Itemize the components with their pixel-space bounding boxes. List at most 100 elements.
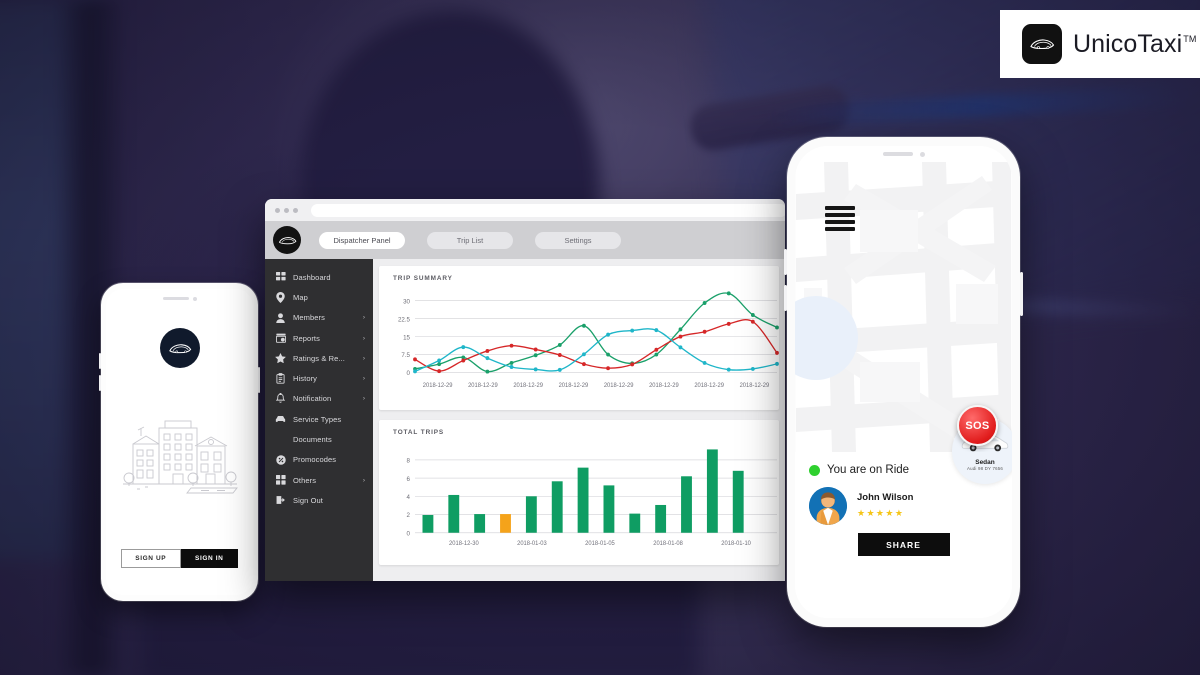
y-axis-tick-label: 8: [407, 458, 411, 465]
data-point: [750, 319, 755, 324]
total-trips-chart: 0 2 4 6 8 2018-12-30 2018-01-03 2018-01-05 2018-…: [379, 437, 779, 565]
x-axis-tick-label: 2018-12-30: [449, 541, 479, 547]
line-series-series-green: [414, 292, 778, 373]
sidebar-item-documents[interactable]: Documents: [265, 429, 373, 449]
address-bar-input[interactable]: [311, 203, 785, 217]
sidebar-item-promocodes[interactable]: Promocodes: [265, 450, 373, 470]
data-point: [557, 353, 562, 358]
sign-up-button[interactable]: SIGN UP: [121, 549, 181, 568]
sidebar-item-sign-out[interactable]: Sign Out: [265, 490, 373, 510]
share-button[interactable]: SHARE: [857, 533, 950, 556]
tab-settings[interactable]: Settings: [535, 231, 621, 249]
y-axis-tick-label: 6: [407, 476, 411, 483]
bar: [422, 514, 434, 533]
sidebar-item-dashboard[interactable]: Dashboard: [265, 267, 373, 287]
phone-volume-button: [784, 285, 787, 311]
chevron-right-icon: ›: [362, 375, 365, 383]
data-point: [582, 323, 586, 328]
data-point: [533, 367, 538, 372]
sign-in-button[interactable]: SIGN IN: [180, 549, 238, 568]
total-trips-card: TOTAL TRIPS 0 2 4 6 8 2018-12-30 2018-01-03 201…: [379, 420, 779, 565]
chevron-right-icon: ›: [362, 354, 365, 362]
sidebar-item-label: Reports: [293, 333, 320, 343]
tab-trip-list[interactable]: Trip List: [427, 231, 513, 249]
x-axis-tick-label: 2018-12-29: [513, 383, 543, 389]
map-view[interactable]: SOS: [795, 162, 1012, 452]
data-point: [702, 329, 707, 334]
window-close-icon[interactable]: [275, 207, 280, 213]
unico-car-logo-icon[interactable]: [273, 226, 301, 254]
bar: [681, 476, 692, 533]
data-point: [702, 301, 707, 305]
bar: [629, 513, 641, 533]
sidebar-item-reports[interactable]: Reports ›: [265, 328, 373, 348]
app-body: Dashboard Map Members › Reports › Rating…: [265, 259, 785, 581]
sidebar-item-label: History: [293, 374, 318, 384]
sidebar-item-members[interactable]: Members ›: [265, 308, 373, 328]
x-axis-tick-label: 2018-01-08: [653, 541, 683, 547]
window-minimize-icon[interactable]: [284, 207, 289, 213]
bar: [655, 504, 667, 533]
bar: [525, 496, 537, 533]
unico-car-logo-icon: [159, 328, 200, 368]
driver-avatar-icon: [809, 487, 847, 525]
line-series-series-teal: [414, 328, 778, 372]
x-axis-tick-label: 2018-12-29: [423, 383, 453, 389]
phone-volume-button: [99, 375, 101, 391]
sidebar-item-label: Members: [293, 313, 325, 323]
bar: [706, 449, 718, 533]
data-point: [606, 366, 610, 371]
sidebar-item-label: Notification: [293, 394, 332, 404]
data-point: [654, 352, 659, 357]
driver-details: John Wilson ★★★★★: [857, 492, 913, 521]
browser-titlebar: [265, 199, 785, 221]
chevron-right-icon: ›: [362, 334, 365, 342]
tab-dispatcher-panel[interactable]: Dispatcher Panel: [319, 231, 405, 249]
y-axis-tick-label: 30: [403, 298, 410, 305]
y-axis-tick-label: 0: [407, 370, 411, 377]
sidebar-item-others[interactable]: Others ›: [265, 470, 373, 490]
sidebar-item-label: Documents: [293, 435, 332, 445]
y-axis-tick-label: 4: [407, 494, 411, 501]
unico-car-logo-icon: [1022, 24, 1062, 64]
menu-bar: [825, 213, 855, 217]
data-point: [413, 357, 417, 362]
phone-left-device: SIGN UP SIGN IN: [99, 283, 260, 601]
sidebar-item-ratings-reviews[interactable]: Ratings & Re... ›: [265, 348, 373, 368]
sidebar-item-label: Sign Out: [293, 495, 323, 505]
trademark-symbol: TM: [1183, 34, 1197, 45]
driver-rating-stars: ★★★★★: [857, 507, 905, 518]
data-point: [606, 352, 610, 357]
data-point: [437, 369, 442, 374]
brand-wordmark: UnicoTaxiTM: [1073, 30, 1196, 59]
car-icon: [275, 414, 286, 425]
sidebar-item-label: Service Types: [293, 414, 342, 424]
sidebar-item-service-types[interactable]: Service Types: [265, 409, 373, 429]
window-controls[interactable]: [275, 207, 298, 213]
bar: [474, 514, 486, 533]
report-icon: [275, 333, 286, 344]
data-point: [654, 328, 659, 333]
sidebar-item-history[interactable]: History ›: [265, 368, 373, 388]
data-point: [509, 365, 514, 369]
ride-status-text: You are on Ride: [827, 464, 910, 476]
clipboard-icon: [275, 373, 286, 384]
data-point: [726, 291, 731, 296]
x-axis-tick-label: 2018-01-03: [517, 541, 547, 547]
bar-highlighted: [500, 514, 511, 533]
hamburger-menu-icon[interactable]: [825, 206, 855, 231]
driver-name: John Wilson: [857, 491, 914, 503]
data-point: [509, 360, 514, 365]
sidebar-item-notification[interactable]: Notification ›: [265, 389, 373, 409]
phone-right-screen: SOS You are on Ride John Wilson ★★★★★ Se…: [795, 146, 1012, 618]
data-point: [557, 342, 562, 347]
sos-button[interactable]: SOS: [957, 405, 998, 446]
status-indicator-dot: [809, 464, 820, 476]
user-icon: [275, 312, 286, 323]
data-point: [509, 343, 514, 348]
window-maximize-icon[interactable]: [293, 207, 298, 213]
trip-summary-title: TRIP SUMMARY: [393, 275, 453, 282]
data-point: [413, 369, 417, 374]
data-point: [582, 352, 586, 357]
sidebar-item-map[interactable]: Map: [265, 287, 373, 307]
